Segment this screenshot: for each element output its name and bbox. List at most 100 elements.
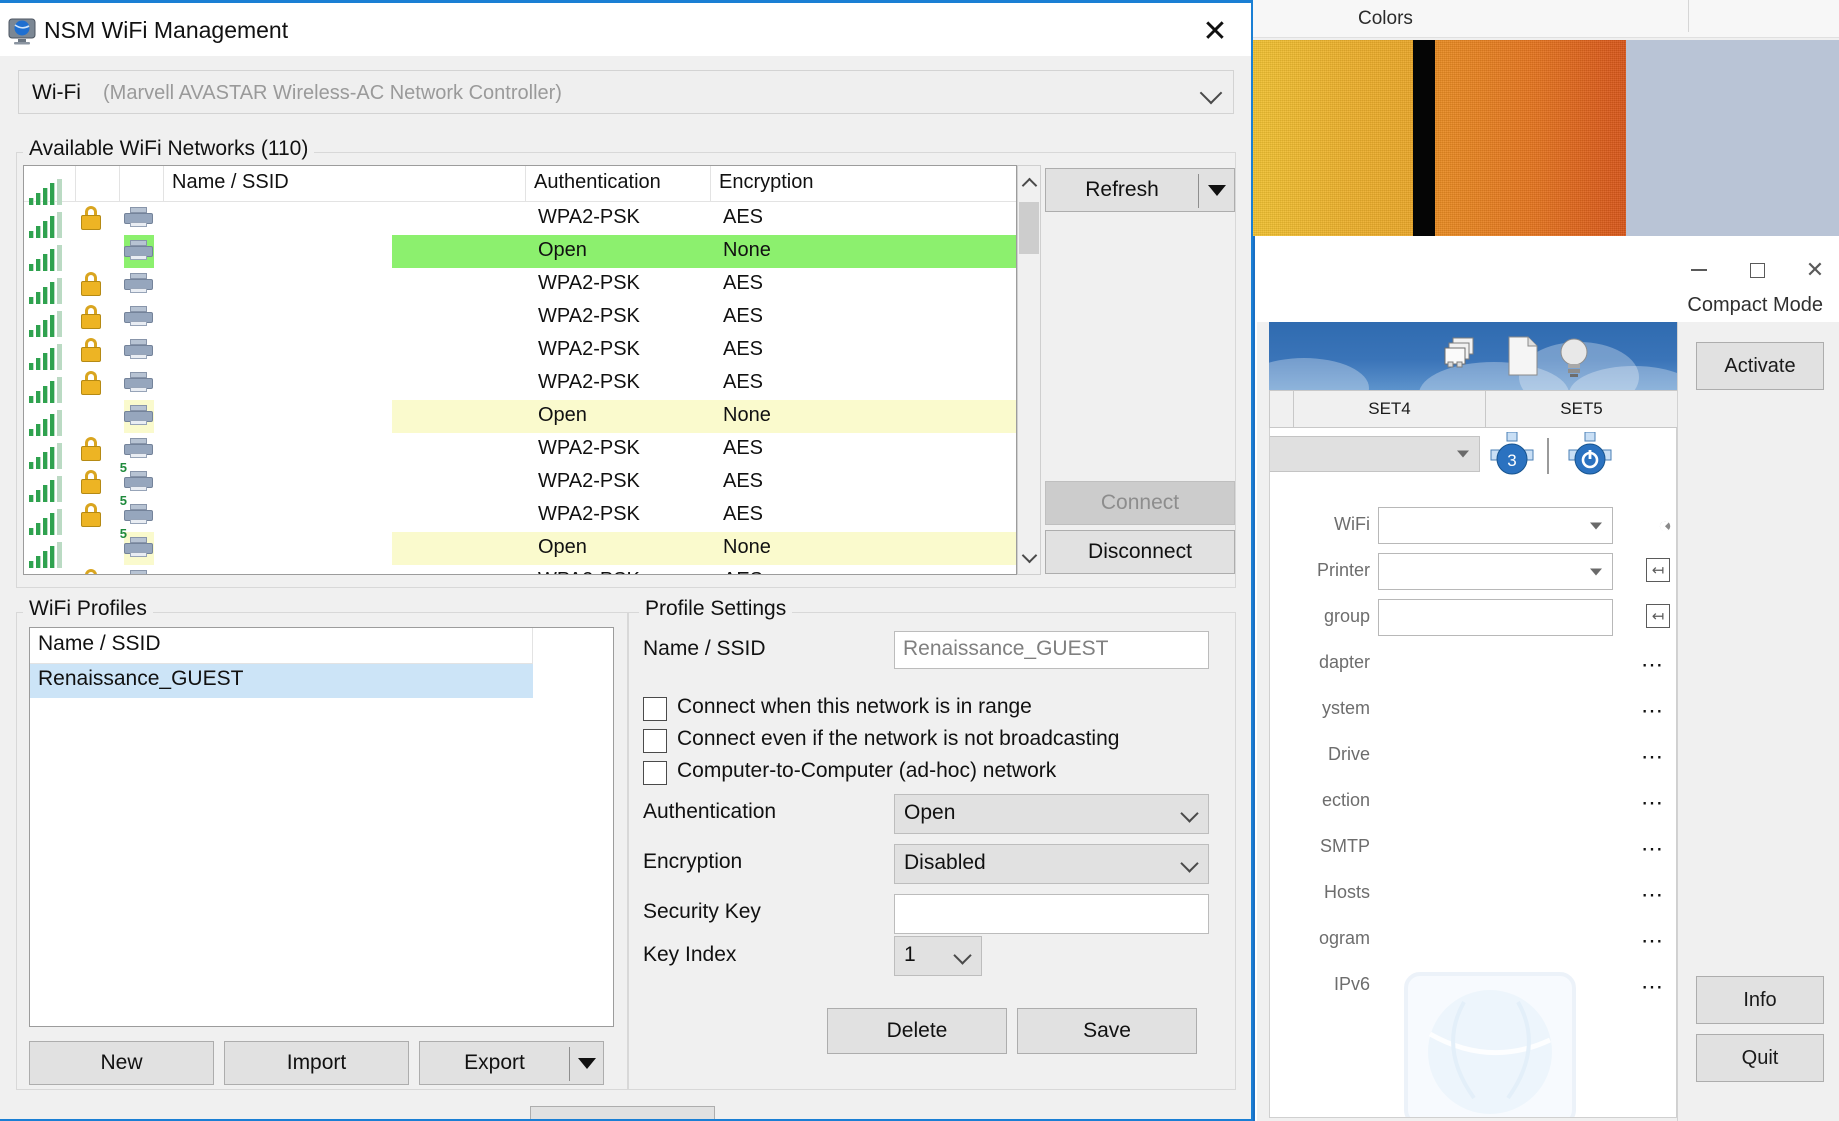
network-encryption: AES <box>723 503 764 525</box>
send-icon[interactable]: ↤ <box>1646 558 1670 582</box>
network-authentication: WPA2-PSK <box>538 338 640 360</box>
adapter-select[interactable]: Wi-Fi (Marvell AVASTAR Wireless-AC Netwo… <box>18 70 1234 114</box>
document-icon[interactable] <box>1507 336 1539 381</box>
table-row[interactable]: WPA2-PSKAES <box>24 179 1016 235</box>
bg-row-label-wifi: WiFi <box>1334 514 1370 534</box>
table-row[interactable]: WPA2-PSKAES <box>24 245 1016 301</box>
ellipsis-icon[interactable]: ⋯ <box>1641 654 1664 676</box>
compact-mode-label[interactable]: Compact Mode <box>1687 294 1823 317</box>
checkbox-box[interactable] <box>643 761 667 785</box>
table-row[interactable]: WPA2-PSKAES <box>24 542 1016 574</box>
delete-button[interactable]: Delete <box>827 1008 1007 1054</box>
chevron-up-icon[interactable] <box>1018 166 1040 200</box>
ellipsis-icon[interactable]: ⋯ <box>1641 976 1664 998</box>
checkbox-label: Connect even if the network is not broad… <box>677 727 1120 750</box>
bg-row-connection[interactable]: ection ⋯ <box>1270 778 1676 824</box>
security-key-input[interactable] <box>894 894 1209 934</box>
tab-set5[interactable]: SET5 <box>1485 390 1677 427</box>
export-split-button[interactable]: Export <box>419 1041 604 1085</box>
key-index-select[interactable]: 1 <box>894 936 982 976</box>
encryption-select[interactable]: Disabled <box>894 844 1209 884</box>
printer-icon: 5 <box>120 494 154 528</box>
available-networks-title: Available WiFi Networks (110) <box>23 137 315 161</box>
table-row[interactable]: Open None <box>24 377 1016 433</box>
table-row[interactable]: 5 WPA2-PSK AES <box>24 443 1016 499</box>
chevron-down-icon[interactable] <box>1018 540 1040 574</box>
table-row[interactable]: WPA2-PSKAES <box>24 311 1016 367</box>
table-row[interactable]: 5 WPA2-PSK AES <box>24 476 1016 532</box>
import-profile-button[interactable]: Import <box>224 1041 409 1085</box>
disconnect-button[interactable]: Disconnect <box>1045 530 1235 574</box>
profile-settings-group: Profile Settings Name / SSID Renaissance… <box>628 597 1236 1090</box>
ellipsis-icon[interactable]: ⋯ <box>1641 792 1664 814</box>
new-profile-button[interactable]: New <box>29 1041 214 1085</box>
bg-row-hosts[interactable]: Hosts ⋯ <box>1270 870 1676 916</box>
lock-icon <box>80 206 102 230</box>
network-encryption: None <box>711 532 1016 565</box>
minimize-icon[interactable] <box>1675 248 1723 292</box>
ssid-input[interactable]: Renaissance_GUEST <box>894 631 1209 669</box>
chevron-down-icon <box>1457 450 1469 458</box>
ellipsis-icon[interactable]: ⋯ <box>1641 838 1664 860</box>
networks-table[interactable]: Name / SSID Authentication Encryption WP… <box>23 165 1017 575</box>
wifi-profiles-title: WiFi Profiles <box>23 597 153 621</box>
scrollbar-thumb[interactable] <box>1019 202 1039 254</box>
checkbox-box[interactable] <box>643 729 667 753</box>
table-row[interactable]: 5 Open None <box>24 509 1016 565</box>
chevron-down-icon <box>1590 568 1602 575</box>
bg-row-label-smtp: SMTP <box>1319 836 1370 856</box>
list-item[interactable]: Renaissance_GUEST <box>30 664 533 698</box>
bg-row-label-hosts: Hosts <box>1323 882 1370 902</box>
table-row[interactable]: WPA2-PSKAES <box>24 278 1016 334</box>
checkbox-box[interactable] <box>643 697 667 721</box>
table-row[interactable]: WPA2-PSKAES <box>24 344 1016 400</box>
send-icon[interactable]: ↤ <box>1646 604 1670 628</box>
swatch-grain-texture <box>1253 40 1626 240</box>
bg-group-field[interactable] <box>1378 599 1613 636</box>
usb-refresh-icon[interactable]: 3 <box>1485 431 1539 484</box>
split-divider <box>569 1047 570 1081</box>
copy-pages-icon[interactable] <box>1443 336 1483 379</box>
activate-button[interactable]: Activate <box>1696 342 1824 390</box>
bg-row-drive[interactable]: Drive ⋯ <box>1270 732 1676 778</box>
close-icon[interactable]: ✕ <box>1791 248 1839 292</box>
refresh-split-button[interactable]: Refresh <box>1045 168 1235 212</box>
bg-row-adapter[interactable]: dapter ⋯ <box>1270 640 1676 686</box>
bg-wifi-combo[interactable] <box>1378 507 1613 544</box>
caret-down-icon[interactable] <box>578 1058 596 1069</box>
printer-icon <box>124 235 154 268</box>
window-controls: ✕ <box>1595 248 1825 292</box>
profiles-list[interactable]: Name / SSID Renaissance_GUEST <box>29 627 614 1027</box>
bg-row-program[interactable]: ogram ⋯ <box>1270 916 1676 962</box>
ok-button[interactable]: OK <box>530 1106 715 1119</box>
networks-scrollbar[interactable] <box>1017 165 1041 575</box>
lock-icon-absent <box>80 404 102 428</box>
ellipsis-icon[interactable]: ⋯ <box>1641 884 1664 906</box>
close-icon[interactable]: ✕ <box>1191 11 1239 51</box>
lightbulb-icon[interactable] <box>1557 336 1591 383</box>
printer-icon <box>124 400 154 433</box>
tab-set4[interactable]: SET4 <box>1293 390 1485 427</box>
usb-power-icon[interactable] <box>1563 431 1617 484</box>
colors-toolbar: Colors <box>1253 0 1839 38</box>
table-row[interactable]: Open None <box>24 212 1016 268</box>
save-button[interactable]: Save <box>1017 1008 1197 1054</box>
quit-button[interactable]: Quit <box>1696 1034 1824 1082</box>
info-button[interactable]: Info <box>1696 976 1824 1024</box>
ellipsis-icon[interactable]: ⋯ <box>1641 700 1664 722</box>
ellipsis-icon[interactable]: ⋯ <box>1641 930 1664 952</box>
bg-gray-combo[interactable] <box>1270 436 1480 472</box>
table-row[interactable]: WPA2-PSKAES <box>24 410 1016 466</box>
tab-blank[interactable] <box>1269 390 1293 427</box>
authentication-select[interactable]: Open <box>894 794 1209 834</box>
monitor-icon <box>8 17 36 45</box>
bg-row-smtp[interactable]: SMTP ⋯ <box>1270 824 1676 870</box>
connect-button[interactable]: Connect <box>1045 481 1235 525</box>
chevron-down-icon <box>1180 854 1199 873</box>
ellipsis-icon[interactable]: ⋯ <box>1641 746 1664 768</box>
caret-down-icon[interactable] <box>1208 185 1226 196</box>
bg-printer-combo[interactable] <box>1378 553 1613 590</box>
authentication-label: Authentication <box>643 800 777 823</box>
bg-row-system[interactable]: ystem ⋯ <box>1270 686 1676 732</box>
maximize-icon[interactable] <box>1733 248 1781 292</box>
